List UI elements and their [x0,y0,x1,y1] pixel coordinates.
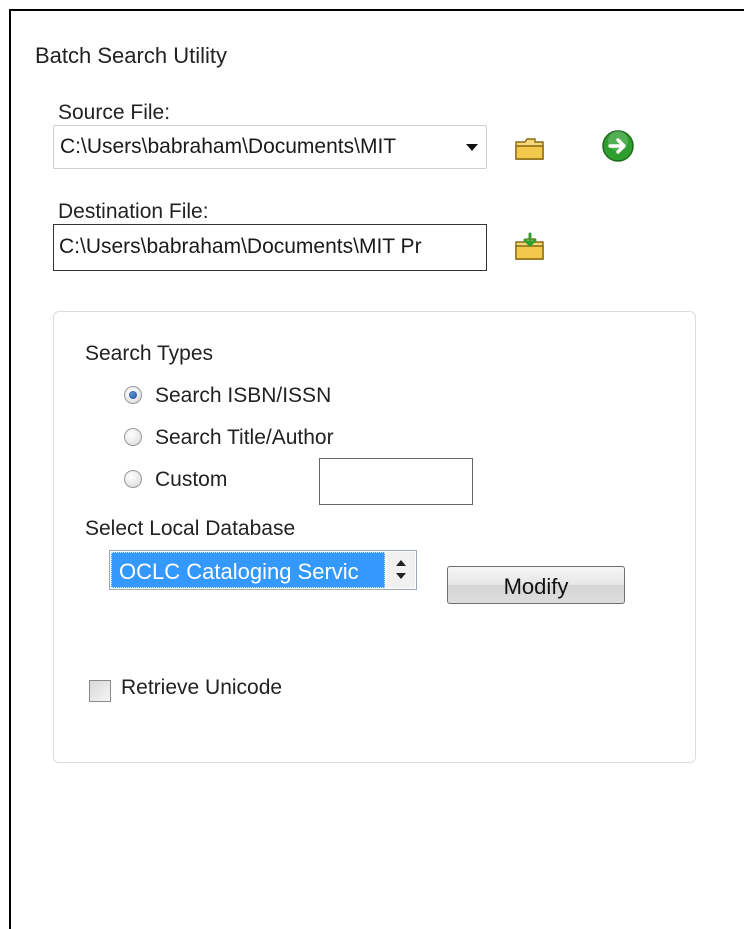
destination-file-input[interactable]: C:\Users\babraham\Documents\MIT Pr [53,224,487,271]
destination-file-value: C:\Users\babraham\Documents\MIT Pr [59,235,422,258]
radio-search-isbn[interactable] [124,386,142,404]
source-file-label: Source File: [58,101,171,124]
custom-search-input[interactable] [319,458,473,505]
radio-custom[interactable] [124,470,142,488]
radio-search-isbn-label[interactable]: Search ISBN/ISSN [155,384,331,408]
radio-search-title-author[interactable] [124,428,142,446]
retrieve-unicode-checkbox[interactable] [89,680,111,702]
source-file-value: C:\Users\babraham\Documents\MIT [60,135,397,158]
go-arrow-icon[interactable] [601,129,635,163]
save-folder-icon[interactable] [513,231,547,265]
local-database-listbox[interactable]: OCLC Cataloging Servic [109,550,417,590]
search-types-heading: Search Types [85,342,214,365]
local-database-heading: Select Local Database [85,517,296,540]
retrieve-unicode-label[interactable]: Retrieve Unicode [121,676,282,700]
open-folder-icon[interactable] [513,132,547,166]
local-database-selected[interactable]: OCLC Cataloging Servic [111,552,385,588]
destination-file-label: Destination File: [58,200,209,223]
modify-button[interactable]: Modify [447,566,625,604]
radio-search-title-author-label[interactable]: Search Title/Author [155,426,334,450]
window-title: Batch Search Utility [35,43,227,68]
spin-up-icon[interactable] [396,560,406,566]
chevron-down-icon[interactable] [466,144,478,151]
source-file-combobox[interactable]: C:\Users\babraham\Documents\MIT [53,125,487,169]
spin-down-icon[interactable] [396,573,406,579]
radio-custom-label[interactable]: Custom [155,468,227,492]
database-spinner[interactable] [387,552,415,588]
